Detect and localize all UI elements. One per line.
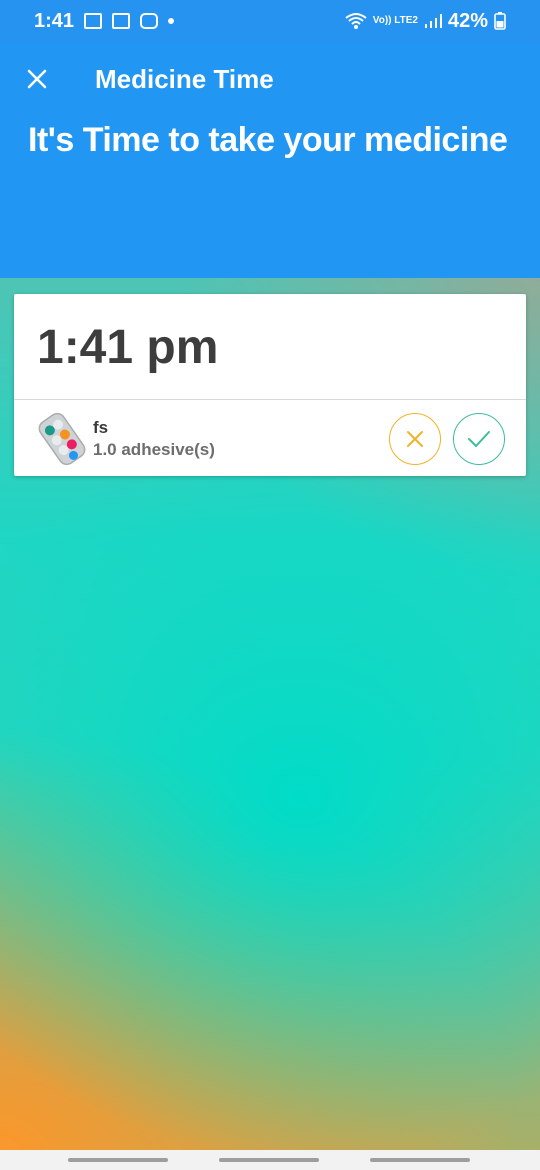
skip-button[interactable] <box>389 413 441 465</box>
app-title: Medicine Time <box>95 64 274 94</box>
battery-icon <box>494 12 506 30</box>
close-button[interactable] <box>22 64 52 94</box>
battery-percent: 42% <box>447 9 488 32</box>
laptop-icon <box>84 13 103 29</box>
signal-icon <box>424 14 442 28</box>
medicine-name: fs <box>93 418 109 437</box>
nav-back-handle[interactable] <box>370 1158 470 1162</box>
image-icon <box>112 13 131 29</box>
nav-home-handle[interactable] <box>219 1158 319 1162</box>
wifi-icon <box>345 13 367 29</box>
notification-dot-icon <box>168 18 175 24</box>
pill-blister-icon <box>38 412 86 466</box>
check-icon <box>468 431 490 447</box>
header: Medicine Time It's Time to take your med… <box>0 42 540 278</box>
nav-recents-handle[interactable] <box>68 1158 168 1162</box>
status-bar: 1:41 Vo)) LTE2 42% <box>0 0 540 42</box>
x-icon <box>407 431 423 447</box>
medicine-dose: 1.0 adhesive(s) <box>93 440 215 459</box>
reminder-time: 1:41 pm <box>37 321 219 374</box>
take-button[interactable] <box>453 413 505 465</box>
medicine-card: 1:41 pm fs 1.0 adhesive(s) <box>14 294 526 476</box>
status-time: 1:41 <box>34 9 75 32</box>
card-divider <box>14 399 526 400</box>
close-icon <box>27 69 47 89</box>
headline: It's Time to take your medicine <box>28 121 508 159</box>
network-label: Vo)) LTE2 <box>372 15 418 26</box>
instagram-icon <box>140 13 159 29</box>
navigation-bar <box>0 1150 540 1170</box>
